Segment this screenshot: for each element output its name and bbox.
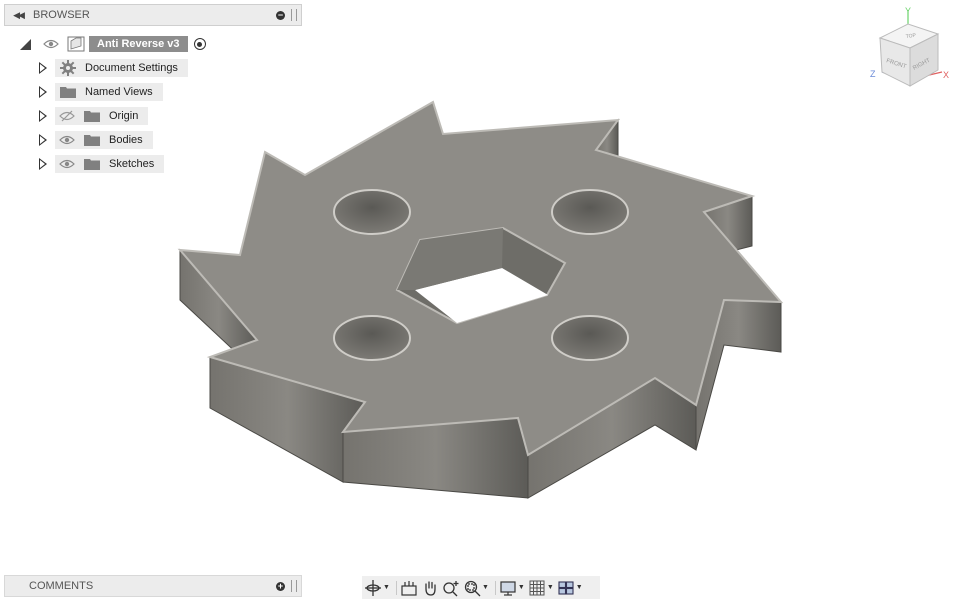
pan-button[interactable] <box>421 578 439 598</box>
toolbar-divider <box>395 580 397 595</box>
eye-icon[interactable] <box>39 35 63 53</box>
chevron-down-icon[interactable]: ▼ <box>482 584 489 591</box>
viewports-button[interactable]: ▼ <box>557 578 583 598</box>
look-at-button[interactable] <box>400 578 418 598</box>
grid-settings-button[interactable]: ▼ <box>528 578 554 598</box>
tree-item-named-views[interactable]: Named Views <box>39 83 163 101</box>
tree-item-label: Origin <box>109 110 139 122</box>
expand-triangle-icon[interactable] <box>39 158 47 170</box>
display-settings-icon <box>500 580 516 596</box>
activate-component-icon[interactable] <box>193 38 206 50</box>
collapse-panel-icon[interactable]: ◀◀ <box>9 10 27 21</box>
axis-y-label: Y <box>905 6 911 16</box>
expand-triangle-icon[interactable] <box>39 62 47 74</box>
folder-icon <box>79 155 105 173</box>
tree-item-label: Sketches <box>109 158 155 170</box>
resize-grip[interactable] <box>291 580 297 592</box>
component-icon <box>63 35 89 53</box>
orbit-button[interactable]: ▼ <box>364 578 390 598</box>
navigation-toolbar: ▼ ▼ ▼ ▼ ▼ <box>362 576 600 599</box>
axis-z-label: Z <box>870 69 876 79</box>
tree-item-document-settings[interactable]: Document Settings <box>39 59 188 77</box>
add-comment-icon[interactable]: + <box>276 581 285 591</box>
browser-title: BROWSER <box>33 9 90 21</box>
grid-icon <box>529 580 545 595</box>
expanded-triangle-icon[interactable] <box>20 38 31 50</box>
look-at-icon <box>401 580 417 596</box>
folder-icon <box>79 131 105 149</box>
eye-icon[interactable] <box>55 131 79 149</box>
tree-item-label: Bodies <box>109 134 143 146</box>
expand-triangle-icon[interactable] <box>39 134 47 146</box>
comments-panel-header[interactable]: COMMENTS + <box>4 575 302 597</box>
eye-icon[interactable] <box>55 155 79 173</box>
display-settings-button[interactable]: ▼ <box>499 578 525 598</box>
browser-panel-header: ◀◀ BROWSER − <box>4 4 302 26</box>
resize-grip[interactable] <box>291 9 297 21</box>
root-component-label[interactable]: Anti Reverse v3 <box>89 36 188 52</box>
expand-triangle-icon[interactable] <box>39 86 47 98</box>
chevron-down-icon[interactable]: ▼ <box>576 584 583 591</box>
tree-item-label: Document Settings <box>85 62 178 74</box>
tree-item-sketches[interactable]: Sketches <box>39 155 165 173</box>
view-cube[interactable]: TOP FRONT RIGHT Y X Z <box>862 2 958 94</box>
axis-x-label: X <box>943 70 949 80</box>
tree-item-bodies[interactable]: Bodies <box>39 131 153 149</box>
minimize-icon[interactable]: − <box>276 10 285 20</box>
chevron-down-icon[interactable]: ▼ <box>547 584 554 591</box>
viewports-icon <box>558 580 574 595</box>
gear-icon <box>55 59 81 77</box>
zoom-button[interactable] <box>442 578 460 598</box>
fit-button[interactable]: ▼ <box>463 578 489 598</box>
expand-triangle-icon[interactable] <box>39 110 47 122</box>
comments-title: COMMENTS <box>29 580 94 592</box>
tree-item-origin[interactable]: Origin <box>39 107 149 125</box>
toolbar-divider <box>494 580 496 595</box>
chevron-down-icon[interactable]: ▼ <box>518 584 525 591</box>
folder-icon <box>55 83 81 101</box>
hidden-eye-icon[interactable] <box>55 107 79 125</box>
browser-root-row[interactable]: Anti Reverse v3 <box>20 35 206 53</box>
zoom-icon <box>443 580 459 596</box>
chevron-down-icon[interactable]: ▼ <box>383 584 390 591</box>
pan-icon <box>425 580 436 596</box>
fit-icon <box>464 580 481 596</box>
folder-icon <box>79 107 105 125</box>
tree-item-label: Named Views <box>85 86 153 98</box>
orbit-icon <box>365 579 381 596</box>
